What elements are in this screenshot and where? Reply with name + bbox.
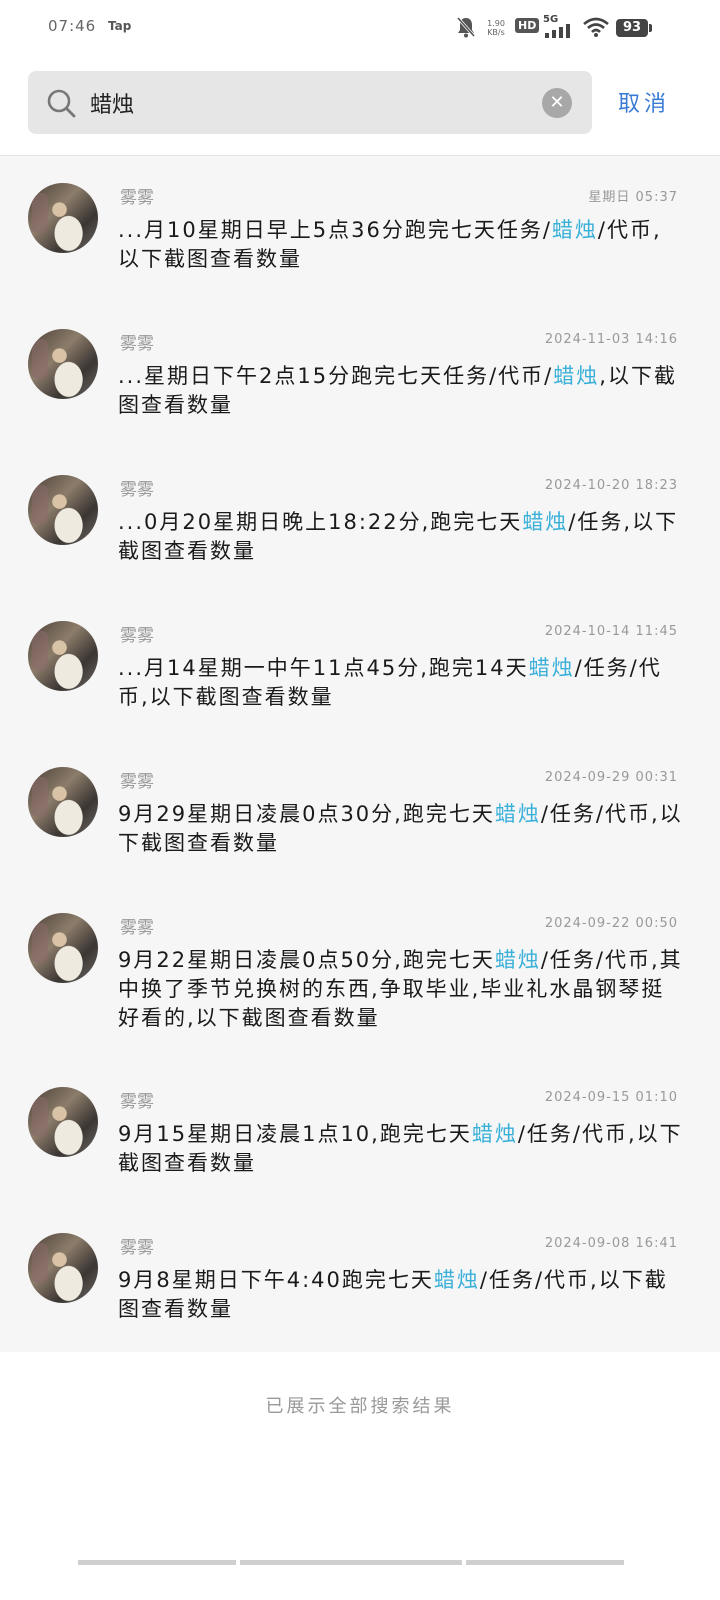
snippet-text: 9月15星期日凌晨1点10,跑完七天 [118,1122,472,1146]
avatar[interactable] [28,621,98,691]
hd-badge: HD [515,18,540,33]
result-snippet: ...月10星期日早上5点36分跑完七天任务/蜡烛/代币,以下截图查看数量 [118,216,684,274]
avatar[interactable] [28,1233,98,1303]
snippet-text: 9月29星期日凌晨0点30分,跑完七天 [118,802,495,826]
result-author: 雾雾 [120,1238,154,1258]
result-author: 雾雾 [120,918,154,938]
snippet-text: ...月10星期日早上5点36分跑完七天任务/ [118,218,552,242]
search-result-item[interactable]: 雾雾 2024-09-22 00:50 9月22星期日凌晨0点50分,跑完七天蜡烛/… [0,886,720,1060]
result-time: 2024-09-22 00:50 [544,916,678,931]
signal-bars-icon [545,24,570,38]
result-snippet: 9月15星期日凌晨1点10,跑完七天蜡烛/任务/代币,以下截图查看数量 [118,1120,684,1178]
snippet-text: 9月22星期日凌晨0点50分,跑完七天 [118,948,495,972]
search-result-item[interactable]: 雾雾 2024-10-20 18:23 ...0月20星期日晚上18:22分,跑完七… [0,448,720,594]
search-input[interactable] [90,85,530,121]
net-speed-value: 1.90 [487,19,505,28]
battery-indicator: 93 [616,19,652,37]
search-result-item[interactable]: 雾雾 2024-09-08 16:41 9月8星期日下午4:40跑完七天蜡烛/任务/… [0,1206,720,1352]
avatar[interactable] [28,913,98,983]
result-snippet: 9月8星期日下午4:40跑完七天蜡烛/任务/代币,以下截图查看数量 [118,1266,684,1324]
net-speed-unit: KB/s [487,28,505,37]
result-author: 雾雾 [120,480,154,500]
avatar[interactable] [28,329,98,399]
search-results-list: 雾雾 星期日 05:37 ...月10星期日早上5点36分跑完七天任务/蜡烛/代币,… [0,156,720,1352]
result-time: 2024-10-20 18:23 [544,478,678,493]
tap-app-badge: Tap [108,19,132,33]
result-author: 雾雾 [120,188,154,208]
clear-search-icon[interactable]: ✕ [542,88,572,118]
cancel-button[interactable]: 取消 [618,86,670,118]
avatar[interactable] [28,475,98,545]
highlighted-keyword: 蜡烛 [471,1122,518,1146]
highlighted-keyword: 蜡烛 [494,948,541,972]
status-time: 07:46 [48,17,97,35]
result-time: 星期日 05:37 [588,190,678,205]
snippet-text: ...月14星期一中午11点45分,跑完14天 [118,656,529,680]
snippet-text: 9月8星期日下午4:40跑完七天 [118,1268,434,1292]
wifi-icon [583,17,609,37]
result-snippet: ...月14星期一中午11点45分,跑完14天蜡烛/任务/代币,以下截图查看数量 [118,654,684,712]
highlighted-keyword: 蜡烛 [553,364,600,388]
result-time: 2024-09-29 00:31 [544,770,678,785]
bottom-navigation-bar [78,1560,628,1565]
result-snippet: ...0月20星期日晚上18:22分,跑完七天蜡烛/任务,以下截图查看数量 [118,508,684,566]
highlighted-keyword: 蜡烛 [433,1268,480,1292]
signal-5g: 5G [543,14,575,38]
search-result-item[interactable]: 雾雾 2024-09-15 01:10 9月15星期日凌晨1点10,跑完七天蜡烛/任… [0,1060,720,1206]
search-result-item[interactable]: 雾雾 2024-11-03 14:16 ...星期日下午2点15分跑完七天任务/代币… [0,302,720,448]
result-author: 雾雾 [120,334,154,354]
result-time: 2024-11-03 14:16 [544,332,678,347]
result-time: 2024-10-14 11:45 [544,624,678,639]
highlighted-keyword: 蜡烛 [528,656,575,680]
status-bar: 07:46 Tap [0,0,720,56]
result-time: 2024-09-08 16:41 [544,1236,678,1251]
search-result-item[interactable]: 雾雾 2024-09-29 00:31 9月29星期日凌晨0点30分,跑完七天蜡烛/… [0,740,720,886]
avatar[interactable] [28,767,98,837]
highlighted-keyword: 蜡烛 [494,802,541,826]
result-author: 雾雾 [120,772,154,792]
search-result-item[interactable]: 雾雾 星期日 05:37 ...月10星期日早上5点36分跑完七天任务/蜡烛/代币,… [0,156,720,302]
end-of-results-text: 已展示全部搜索结果 [265,1396,455,1417]
highlighted-keyword: 蜡烛 [551,218,598,242]
search-result-item[interactable]: 雾雾 2024-10-14 11:45 ...月14星期一中午11点45分,跑完14… [0,594,720,740]
snippet-text: ...星期日下午2点15分跑完七天任务/代币/ [118,364,554,388]
mute-bell-icon [456,17,476,38]
search-icon [47,89,76,118]
avatar[interactable] [28,1087,98,1157]
result-author: 雾雾 [120,626,154,646]
result-author: 雾雾 [120,1092,154,1112]
snippet-text: ...0月20星期日晚上18:22分,跑完七天 [118,510,523,534]
result-snippet: 9月22星期日凌晨0点50分,跑完七天蜡烛/任务/代币,其中换了季节兑换树的东西… [118,946,684,1033]
result-snippet: ...星期日下午2点15分跑完七天任务/代币/蜡烛,以下截图查看数量 [118,362,684,420]
search-box[interactable]: ✕ [28,71,592,134]
result-snippet: 9月29星期日凌晨0点30分,跑完七天蜡烛/任务/代币,以下截图查看数量 [118,800,684,858]
highlighted-keyword: 蜡烛 [522,510,569,534]
result-time: 2024-09-15 01:10 [544,1090,678,1105]
avatar[interactable] [28,183,98,253]
net-speed: 1.90 KB/s [484,19,508,37]
